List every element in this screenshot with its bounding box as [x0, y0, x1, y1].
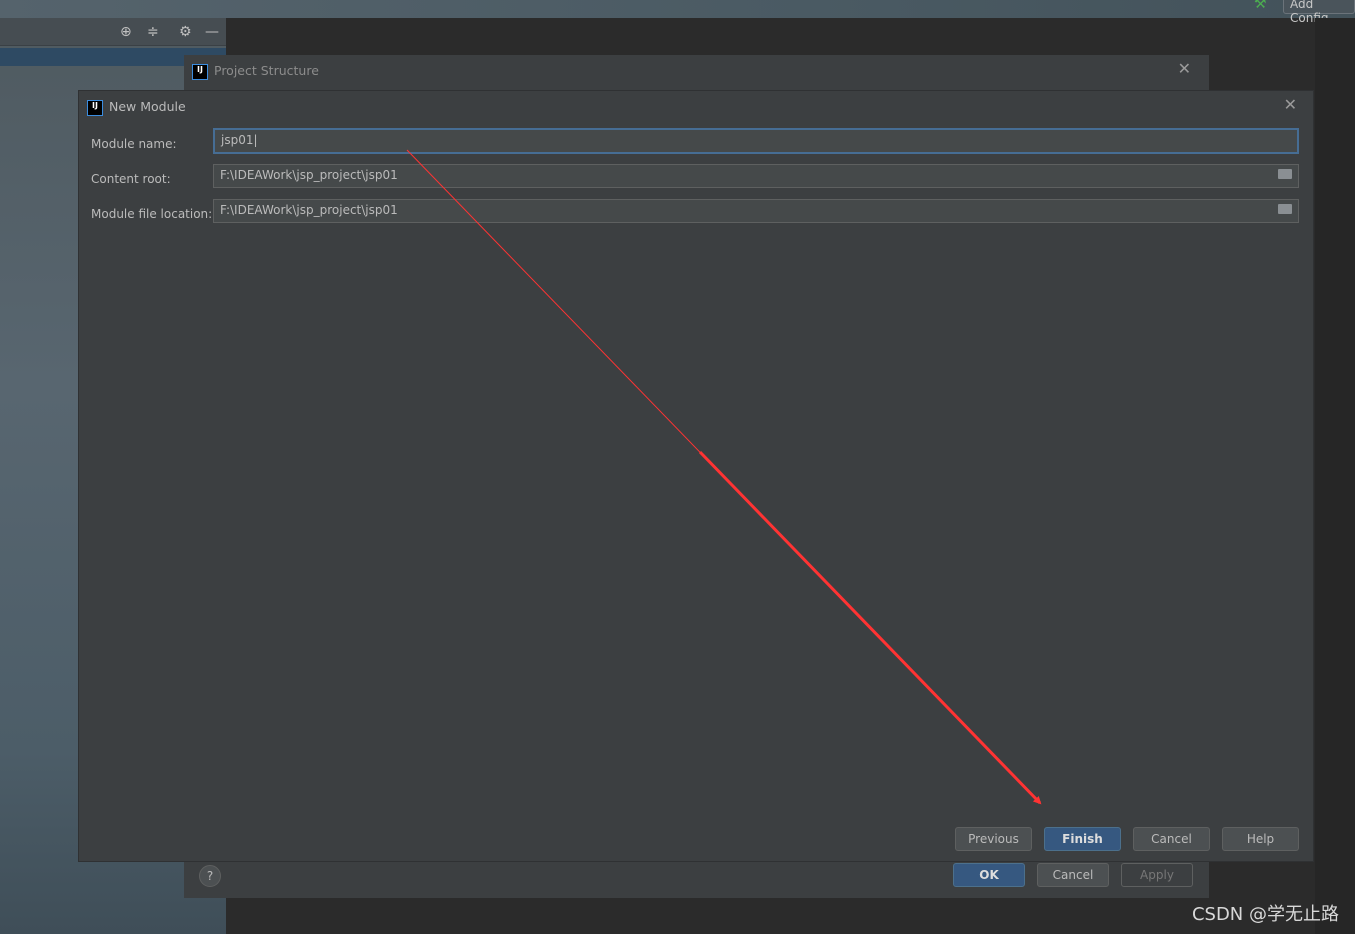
watermark: CSDN @学无止路 — [1191, 904, 1339, 925]
annotation-arrow — [406, 149, 1042, 805]
arrow-shaft — [698, 450, 1042, 805]
